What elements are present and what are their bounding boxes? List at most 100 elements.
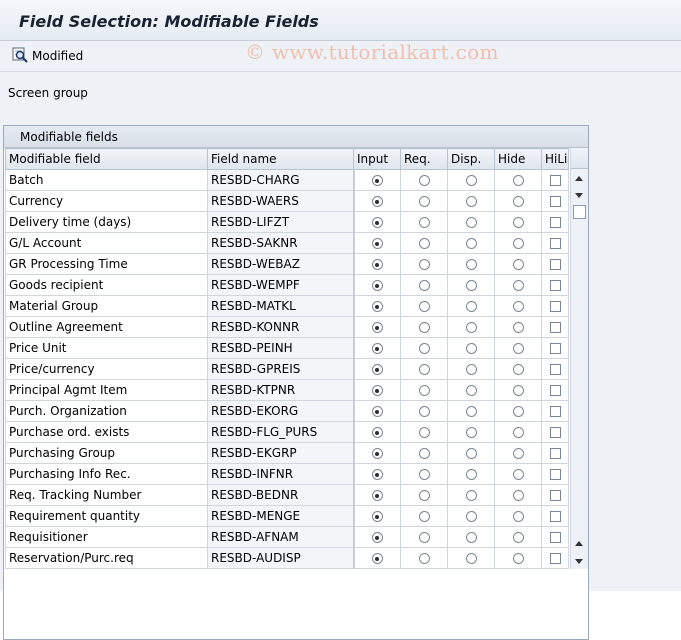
radio-hide[interactable] [512,196,524,207]
table-row[interactable]: Goods recipient RESBD-WEMPF [5,274,569,296]
radio-req[interactable] [418,511,430,522]
column-header[interactable]: Hide [494,148,542,170]
radio-input[interactable] [371,406,383,417]
radio-hide[interactable] [512,532,524,543]
column-header[interactable]: Req. [400,148,448,170]
radio-input[interactable] [371,364,383,375]
table-row[interactable]: Batch RESBD-CHARG [5,169,569,191]
radio-hide[interactable] [512,343,524,354]
table-row[interactable]: Reservation/Purc.req RESBD-AUDISP [5,547,569,569]
table-row[interactable]: Purchasing Info Rec. RESBD-INFNR [5,463,569,485]
column-header[interactable]: Modifiable field [5,148,208,170]
radio-input[interactable] [371,175,383,186]
radio-input[interactable] [371,469,383,480]
radio-disp[interactable] [465,532,477,543]
radio-req[interactable] [418,406,430,417]
scroll-up-arrow-icon[interactable] [575,176,583,181]
radio-input[interactable] [371,322,383,333]
table-row[interactable]: Purchase ord. exists RESBD-FLG_PURS [5,421,569,443]
radio-input[interactable] [371,448,383,459]
radio-disp[interactable] [465,469,477,480]
hili-checkbox[interactable] [549,406,561,417]
radio-req[interactable] [418,469,430,480]
hili-checkbox[interactable] [549,490,561,501]
radio-disp[interactable] [465,490,477,501]
radio-disp[interactable] [465,385,477,396]
hili-checkbox[interactable] [549,343,561,354]
radio-hide[interactable] [512,259,524,270]
radio-hide[interactable] [512,238,524,249]
radio-req[interactable] [418,322,430,333]
hili-checkbox[interactable] [549,217,561,228]
radio-req[interactable] [418,259,430,270]
radio-hide[interactable] [512,175,524,186]
radio-disp[interactable] [465,364,477,375]
table-row[interactable]: Requisitioner RESBD-AFNAM [5,526,569,548]
hili-checkbox[interactable] [549,301,561,312]
radio-hide[interactable] [512,385,524,396]
radio-input[interactable] [371,217,383,228]
radio-input[interactable] [371,427,383,438]
hili-checkbox[interactable] [549,238,561,249]
radio-req[interactable] [418,301,430,312]
radio-req[interactable] [418,175,430,186]
radio-hide[interactable] [512,406,524,417]
hili-checkbox[interactable] [549,469,561,480]
radio-hide[interactable] [512,553,524,564]
radio-req[interactable] [418,427,430,438]
column-header[interactable]: Disp. [447,148,495,170]
radio-disp[interactable] [465,259,477,270]
radio-disp[interactable] [465,343,477,354]
radio-disp[interactable] [465,406,477,417]
radio-disp[interactable] [465,217,477,228]
hili-checkbox[interactable] [549,532,561,543]
table-row[interactable]: Price Unit RESBD-PEINH [5,337,569,359]
radio-disp[interactable] [465,427,477,438]
table-row[interactable]: Price/currency RESBD-GPREIS [5,358,569,380]
hili-checkbox[interactable] [549,511,561,522]
radio-input[interactable] [371,385,383,396]
radio-disp[interactable] [465,448,477,459]
radio-disp[interactable] [465,175,477,186]
radio-req[interactable] [418,217,430,228]
hili-checkbox[interactable] [549,322,561,333]
radio-hide[interactable] [512,322,524,333]
radio-disp[interactable] [465,280,477,291]
radio-req[interactable] [418,532,430,543]
radio-req[interactable] [418,364,430,375]
column-settings-corner[interactable] [571,148,588,169]
table-row[interactable]: Purchasing Group RESBD-EKGRP [5,442,569,464]
radio-req[interactable] [418,238,430,249]
radio-disp[interactable] [465,322,477,333]
radio-input[interactable] [371,553,383,564]
radio-req[interactable] [418,448,430,459]
table-row[interactable]: GR Processing Time RESBD-WEBAZ [5,253,569,275]
radio-input[interactable] [371,238,383,249]
table-row[interactable]: Purch. Organization RESBD-EKORG [5,400,569,422]
radio-input[interactable] [371,196,383,207]
radio-input[interactable] [371,301,383,312]
radio-input[interactable] [371,280,383,291]
table-row[interactable]: Requirement quantity RESBD-MENGE [5,505,569,527]
radio-req[interactable] [418,490,430,501]
radio-req[interactable] [418,280,430,291]
radio-input[interactable] [371,490,383,501]
radio-hide[interactable] [512,280,524,291]
radio-req[interactable] [418,385,430,396]
table-row[interactable]: Principal Agmt Item RESBD-KTPNR [5,379,569,401]
table-row[interactable]: G/L Account RESBD-SAKNR [5,232,569,254]
scrollbar-thumb[interactable] [573,205,586,219]
table-row[interactable]: Currency RESBD-WAERS [5,190,569,212]
hili-checkbox[interactable] [549,175,561,186]
hili-checkbox[interactable] [549,448,561,459]
hili-checkbox[interactable] [549,364,561,375]
hili-checkbox[interactable] [549,427,561,438]
radio-disp[interactable] [465,196,477,207]
radio-hide[interactable] [512,490,524,501]
radio-disp[interactable] [465,238,477,249]
radio-hide[interactable] [512,217,524,228]
radio-disp[interactable] [465,301,477,312]
radio-req[interactable] [418,196,430,207]
radio-req[interactable] [418,553,430,564]
table-row[interactable]: Req. Tracking Number RESBD-BEDNR [5,484,569,506]
